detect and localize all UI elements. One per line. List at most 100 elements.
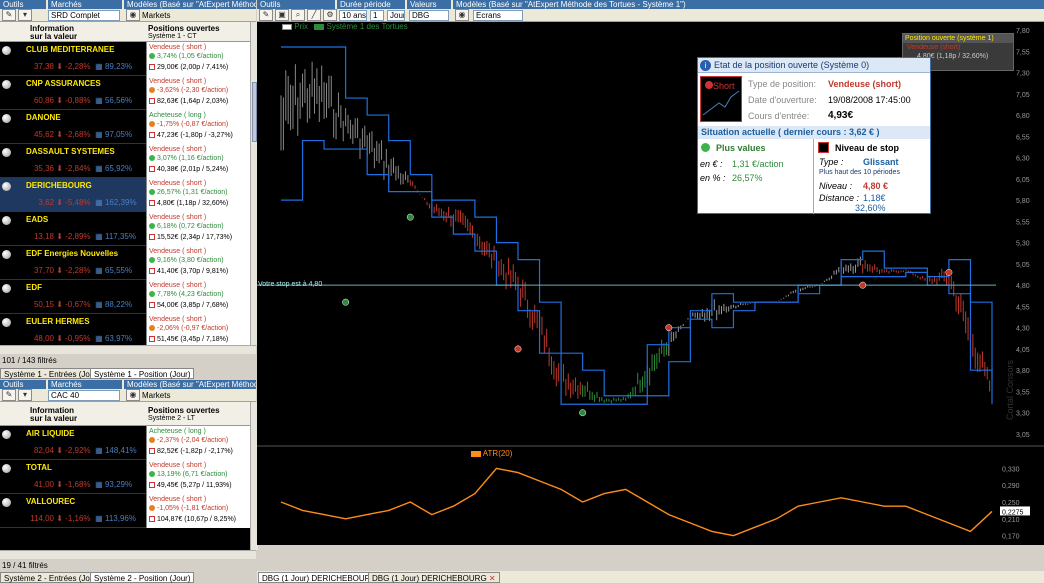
perf-bullet-icon bbox=[149, 505, 155, 512]
stock-price: 37,38 bbox=[33, 62, 54, 71]
duree-unit-select[interactable]: Jour bbox=[387, 10, 405, 21]
duree-n-input[interactable]: 1 bbox=[370, 10, 384, 21]
atr-tick: 0,210 bbox=[1002, 517, 1020, 524]
position-type: Acheteuse ( long ) bbox=[149, 428, 206, 435]
stock-quote: 50,15 ⬇ -0,67% ▦ 88,22% bbox=[26, 300, 142, 309]
duree-select[interactable]: 10 ans bbox=[339, 10, 367, 21]
list-item[interactable]: DASSAULT SYSTEMES 35,36 ⬇ -2,84% ▦ 65,92% V… bbox=[0, 144, 250, 178]
save-icon[interactable]: ▣ bbox=[275, 9, 289, 21]
list-item[interactable]: VALLOUREC 114,00 ⬇ -1,16% ▦ 113,96% Vendeus… bbox=[0, 494, 250, 528]
atr-label: ATR(20) bbox=[482, 449, 513, 458]
stock-score: 117,35% bbox=[104, 232, 136, 241]
perf-bullet-icon bbox=[149, 155, 155, 162]
price-tick: 5,55 bbox=[1016, 219, 1030, 226]
perf-bullet-icon bbox=[149, 53, 155, 60]
zoom-icon[interactable]: ⌕ bbox=[291, 9, 305, 21]
position-type: Vendeuse ( short ) bbox=[149, 214, 207, 221]
pv-p-label: en % : bbox=[700, 173, 726, 183]
list-item[interactable]: AIR LIQUIDE 82,04 ⬇ -2,92% ▦ 148,41% Achete… bbox=[0, 426, 250, 460]
filter-icon[interactable]: ▾ bbox=[18, 389, 32, 401]
header-positions: Positions ouvertes bbox=[148, 24, 220, 33]
stock-name: EULER HERMES bbox=[26, 317, 90, 326]
stock-quote: 37,70 ⬇ -2,28% ▦ 65,55% bbox=[26, 266, 142, 275]
list-item[interactable]: DANONE 45,62 ⬇ -2,68% ▦ 97,05% Acheteuse ( … bbox=[0, 110, 250, 144]
settings-icon[interactable]: ⚙ bbox=[323, 9, 337, 21]
score-icon: ▦ bbox=[95, 480, 103, 489]
price-tick: 3,30 bbox=[1016, 411, 1030, 418]
mid-marche-select[interactable]: CAC 40 bbox=[48, 390, 120, 401]
edit-icon[interactable]: ✎ bbox=[2, 9, 16, 21]
stock-quote: 114,00 ⬇ -1,16% ▦ 113,96% bbox=[26, 514, 142, 523]
stock-pct: -1,68% bbox=[65, 480, 91, 489]
stock-pct: -2,28% bbox=[65, 62, 91, 71]
stop-line-label: Votre stop est à 4,80 bbox=[258, 281, 323, 288]
globe-icon[interactable]: ◉ bbox=[126, 389, 140, 401]
stock-price: 35,36 bbox=[33, 164, 54, 173]
list1-count: 101 / 143 filtrés bbox=[2, 356, 57, 365]
turtle-marker-icon bbox=[342, 298, 350, 306]
turtle-marker-icon bbox=[945, 268, 953, 276]
list-item[interactable]: EDF 50,15 ⬇ -0,67% ▦ 88,22% Vendeuse ( shor… bbox=[0, 280, 250, 314]
globe-icon[interactable]: ◉ bbox=[126, 9, 140, 21]
stock-score: 89,23% bbox=[104, 62, 133, 71]
price-tick: 6,05 bbox=[1016, 177, 1030, 184]
price-tick: 7,80 bbox=[1016, 28, 1030, 35]
list1-hscroll[interactable] bbox=[0, 345, 256, 354]
stop-icon bbox=[149, 482, 155, 489]
dist-label: Distance : bbox=[819, 193, 860, 203]
position-cell: Vendeuse ( short ) 13,19% (6,71 €/action)… bbox=[146, 460, 250, 494]
price-tick: 5,05 bbox=[1016, 262, 1030, 269]
ecrans-select[interactable]: Ecrans bbox=[473, 10, 523, 21]
status-dot-icon bbox=[2, 216, 11, 225]
tab-chart-2[interactable]: DBG (1 Jour) DERICHEBOURG ✕ bbox=[368, 572, 500, 583]
list-item[interactable]: CNP ASSURANCES 60,86 ⬇ -0,88% ▦ 56,56% Vend… bbox=[0, 76, 250, 110]
down-arrow-icon: ⬇ bbox=[56, 198, 63, 207]
list-item[interactable]: CLUB MEDITERRANEE 37,38 ⬇ -2,28% ▦ 89,23% V… bbox=[0, 42, 250, 76]
list1-header: Information sur la valeur Positions ouve… bbox=[0, 22, 250, 42]
list2: AIR LIQUIDE 82,04 ⬇ -2,92% ▦ 148,41% Achete… bbox=[0, 426, 250, 550]
position-type: Vendeuse ( short ) bbox=[149, 180, 207, 187]
filter-icon[interactable]: ▾ bbox=[18, 9, 32, 21]
edit-icon[interactable]: ✎ bbox=[259, 9, 273, 21]
turtle-marker-icon bbox=[514, 345, 522, 353]
info-icon: i bbox=[700, 60, 711, 71]
stock-price: 37,70 bbox=[33, 266, 54, 275]
tab-s2-position[interactable]: Système 2 - Position (Jour) bbox=[90, 572, 195, 583]
cours-label: Cours d'entrée: bbox=[748, 111, 810, 121]
valeur-input[interactable]: DBG bbox=[409, 10, 449, 21]
list-item[interactable]: TOTAL 41,00 ⬇ -1,68% ▦ 93,29% Vendeuse ( sh… bbox=[0, 460, 250, 494]
stock-price: 41,00 bbox=[33, 480, 54, 489]
stop-icon bbox=[149, 166, 155, 173]
stock-quote: 41,00 ⬇ -1,68% ▦ 93,29% bbox=[26, 480, 142, 489]
down-arrow-icon: ⬇ bbox=[56, 130, 63, 139]
position-stop: 41,40€ (3,70p / 9,81%) bbox=[149, 268, 228, 275]
tab-s2-entrees[interactable]: Système 2 - Entrées (Jour) bbox=[0, 572, 104, 583]
mid-markets-dropdown[interactable]: Markets bbox=[142, 391, 170, 400]
price-tick: 4,30 bbox=[1016, 326, 1030, 333]
edit-icon[interactable]: ✎ bbox=[2, 389, 16, 401]
close-icon[interactable]: ✕ bbox=[489, 574, 496, 583]
marche-select[interactable]: SRD Complet bbox=[48, 10, 120, 21]
list2-hscroll[interactable] bbox=[0, 550, 256, 559]
position-perf: -2,37% (-2,04 €/action) bbox=[149, 437, 228, 444]
score-icon: ▦ bbox=[95, 300, 103, 309]
list-item[interactable]: EADS 13,18 ⬇ -2,89% ▦ 117,35% Vendeuse ( sh… bbox=[0, 212, 250, 246]
list-item[interactable]: DERICHEBOURG 3,62 ⬇ -5,48% ▦ 162,39% Vendeu… bbox=[0, 178, 250, 212]
perf-bullet-icon bbox=[149, 87, 155, 94]
type-value: Vendeuse (short) bbox=[828, 79, 902, 89]
tab-s1-position[interactable]: Système 1 - Position (Jour) bbox=[90, 368, 195, 379]
list-item[interactable]: EDF Energies Nouvelles 37,70 ⬇ -2,28% ▦ 65… bbox=[0, 246, 250, 280]
stop-title: Niveau de stop bbox=[835, 143, 900, 153]
stock-price: 13,18 bbox=[33, 232, 54, 241]
header-system: Système 2 - LT bbox=[148, 415, 195, 422]
mid-marches-label: Marchés bbox=[48, 380, 122, 389]
position-cell: Vendeuse ( short ) 6,18% (0,72 €/action) 1… bbox=[146, 212, 250, 246]
markets-dropdown[interactable]: Markets bbox=[142, 11, 170, 20]
down-arrow-icon: ⬇ bbox=[56, 480, 63, 489]
chart-modeles-label: Modèles (Basé sur "AtExpert Méthode des … bbox=[453, 0, 1044, 9]
list-item[interactable]: EULER HERMES 48,00 ⬇ -0,95% ▦ 63,97% Vendeu… bbox=[0, 314, 250, 345]
tab-s1-entrees[interactable]: Système 1 - Entrées (Jour) bbox=[0, 368, 104, 379]
globe-icon[interactable]: ◉ bbox=[455, 9, 469, 21]
price-tick: 7,30 bbox=[1016, 71, 1030, 78]
draw-icon[interactable]: ╱ bbox=[307, 9, 321, 21]
